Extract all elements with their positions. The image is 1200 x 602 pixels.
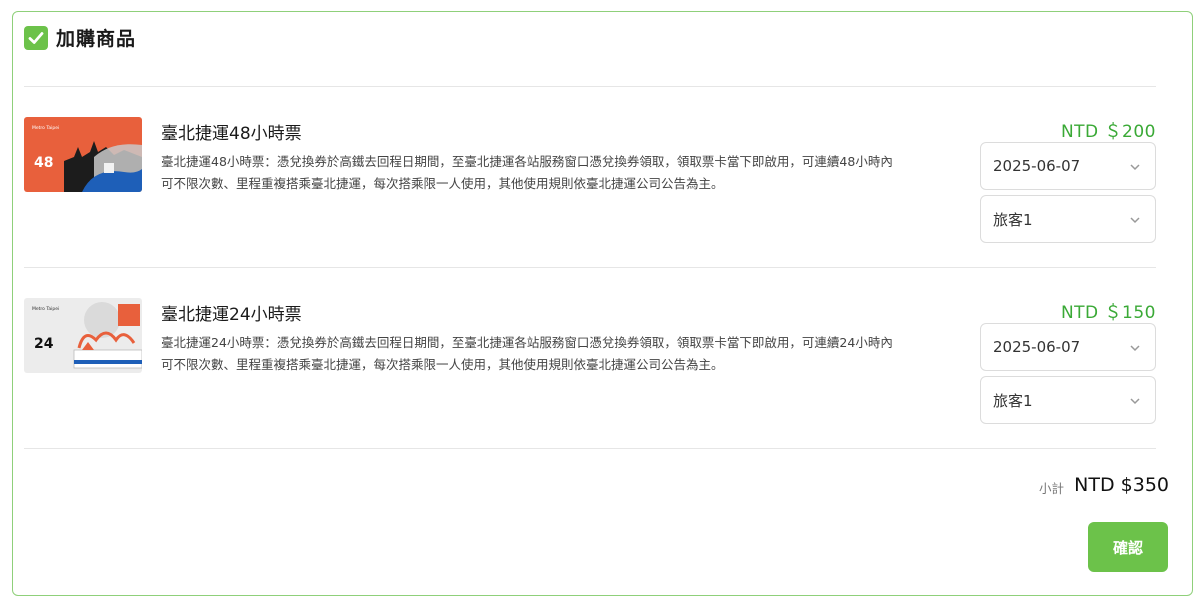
date-select-value: 2025-06-07 — [993, 157, 1081, 175]
confirm-button[interactable]: 確認 — [1088, 522, 1168, 572]
chevron-down-icon — [1130, 217, 1140, 224]
date-select[interactable]: 2025-06-07 — [980, 142, 1156, 190]
divider — [24, 448, 1156, 449]
item-description: 臺北捷運24小時票：憑兌換券於高鐵去回程日期間，至臺北捷運各站服務窗口憑兌換券領… — [161, 332, 961, 376]
addon-item-48h: 48 Metro Taipei 臺北捷運48小時票 臺北捷運48小時票：憑兌換券… — [24, 117, 1156, 247]
subtotal-value: NTD $350 — [1074, 474, 1169, 496]
item-description-line: 臺北捷運24小時票：憑兌換券於高鐵去回程日期間，至臺北捷運各站服務窗口憑兌換券領… — [161, 335, 893, 350]
item-price: NTD ＄200 — [1060, 122, 1156, 142]
traveler-select-value: 旅客1 — [993, 391, 1033, 410]
subtotal-label: 小計 — [1038, 481, 1064, 496]
chevron-down-icon — [1130, 164, 1140, 171]
section-title: 加購商品 — [56, 28, 137, 50]
chevron-down-icon — [1130, 345, 1140, 352]
traveler-select-value: 旅客1 — [993, 210, 1033, 229]
ticket-48h-brand: Metro Taipei — [32, 125, 59, 131]
item-name: 臺北捷運48小時票 — [161, 124, 302, 144]
checkbox-checked-icon[interactable] — [24, 25, 48, 50]
ticket-48h-image: 48 Metro Taipei — [24, 117, 142, 192]
item-price: NTD ＄150 — [1060, 303, 1156, 323]
ticket-48h-number: 48 — [34, 155, 53, 171]
item-description-line: 可不限次數、里程重複搭乘臺北捷運，每次搭乘限一人使用，其他使用規則依臺北捷運公司… — [161, 357, 724, 372]
addon-item-24h: 24 Metro Taipei 臺北捷運24小時票 臺北捷運24小時票：憑兌換券… — [24, 298, 1156, 428]
item-description-line: 可不限次數、里程重複搭乘臺北捷運，每次搭乘限一人使用，其他使用規則依臺北捷運公司… — [161, 176, 724, 191]
divider — [24, 267, 1156, 268]
ticket-24h-image: 24 Metro Taipei — [24, 298, 142, 373]
ticket-24h-number: 24 — [34, 336, 54, 352]
date-select-value: 2025-06-07 — [993, 338, 1081, 356]
item-name: 臺北捷運24小時票 — [161, 305, 302, 325]
traveler-select[interactable]: 旅客1 — [980, 195, 1156, 243]
item-description: 臺北捷運48小時票：憑兌換券於高鐵去回程日期間，至臺北捷運各站服務窗口憑兌換券領… — [161, 151, 961, 195]
divider — [24, 86, 1156, 87]
section-header: 加購商品 — [24, 24, 136, 51]
ticket-24h-brand: Metro Taipei — [32, 306, 59, 312]
item-description-line: 臺北捷運48小時票：憑兌換券於高鐵去回程日期間，至臺北捷運各站服務窗口憑兌換券領… — [161, 154, 893, 169]
chevron-down-icon — [1130, 398, 1140, 405]
traveler-select[interactable]: 旅客1 — [980, 376, 1156, 424]
date-select[interactable]: 2025-06-07 — [980, 323, 1156, 371]
